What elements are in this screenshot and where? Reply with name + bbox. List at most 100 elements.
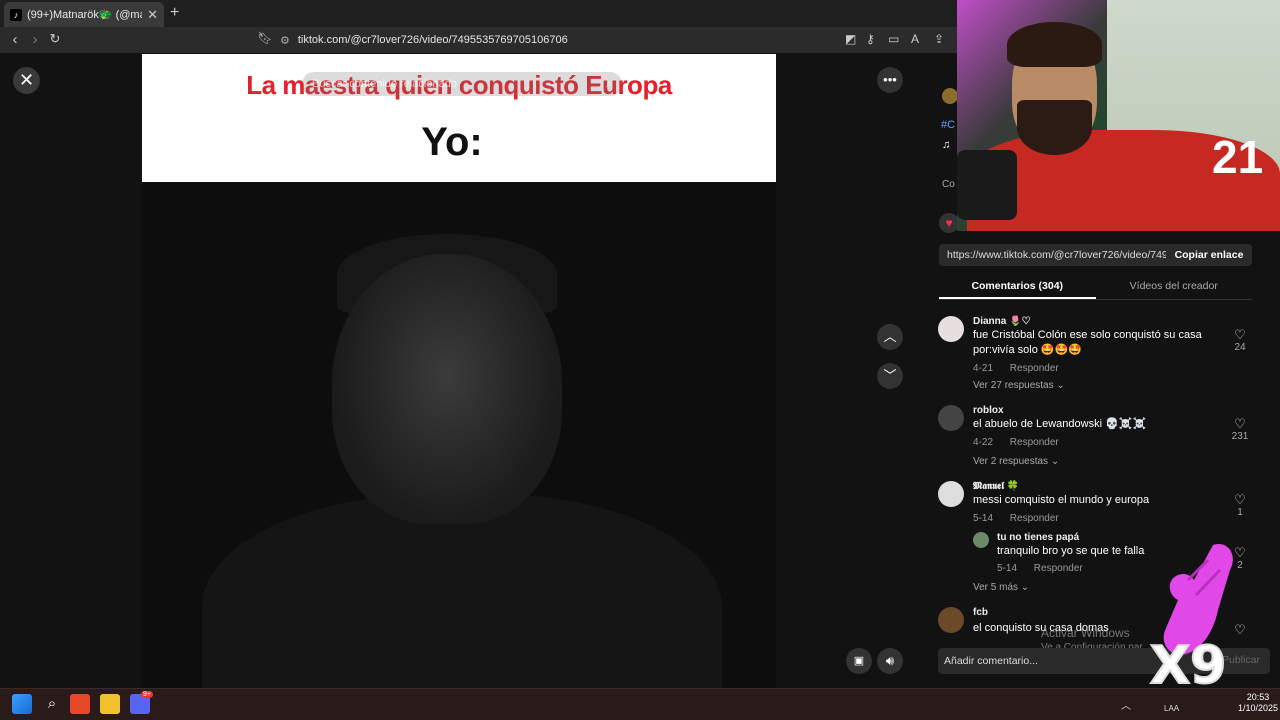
comment-like[interactable]: ♡ 24 (1228, 328, 1252, 354)
avatar[interactable] (938, 481, 964, 507)
search-icon[interactable]: ⌕ (42, 694, 62, 714)
comment-date: 4-21 (973, 363, 994, 374)
reply-button[interactable]: Responder (1034, 563, 1083, 574)
volume-icon[interactable]: 🔊︎ (877, 648, 903, 674)
comment-meta: 5-14 Responder (997, 563, 1097, 574)
view-more-button[interactable]: Ver 5 más ⌄ (973, 582, 1029, 593)
jersey-number: 21 (1212, 131, 1264, 183)
meme-yo-text: Yo: (421, 120, 483, 164)
webcam-streamer-hair (1007, 22, 1102, 67)
heart-outline-icon[interactable]: ♡ (1228, 493, 1252, 507)
view-replies-label: Ver 27 respuestas (973, 380, 1054, 391)
reply-button[interactable]: Responder (1010, 437, 1059, 448)
comment-like[interactable]: ♡ 1 (1228, 493, 1252, 519)
view-replies-button[interactable]: Ver 27 respuestas ⌄ (973, 380, 1065, 391)
copy-link-button[interactable]: Copiar enlace (1166, 249, 1252, 261)
reply-button[interactable]: Responder (1010, 363, 1059, 374)
reader-mode-icon[interactable]: ◩ (845, 32, 856, 46)
avatar[interactable] (938, 607, 964, 633)
comment-date: 4-22 (973, 437, 994, 448)
new-tab-button[interactable]: + (170, 4, 179, 22)
tab-title: (99+)Matnarök🐲 (@matnar (27, 9, 142, 21)
forward-icon[interactable]: › (26, 31, 44, 48)
like-count: 24 (1234, 342, 1246, 353)
webcam-streamer-beard (1017, 100, 1092, 155)
comment-text: el abuelo de Lewandowski 💀☠️☠️ (973, 418, 1147, 430)
avatar[interactable] (938, 316, 964, 342)
share-icon[interactable]: ⇪ (934, 32, 944, 46)
close-tab-icon[interactable]: ✕ (147, 7, 158, 23)
url-field[interactable]: ⚙ tiktok.com/@cr7lover726/video/74955357… (280, 30, 960, 50)
comment-user[interactable]: Dianna 🌷♡ (973, 316, 1031, 327)
related-search-bar[interactable]: Buscar contenido relacionado ⌕ (302, 72, 622, 96)
webcam-overlay: 21 (957, 0, 1280, 231)
panel-tabs: Comentarios (304) Vídeos del creador (939, 276, 1252, 300)
related-search-text: Buscar contenido relacionado (312, 78, 457, 90)
reload-icon[interactable]: ↻ (46, 31, 64, 47)
comment-date: 5-14 (997, 563, 1018, 574)
copy-snippet: Co (942, 179, 955, 190)
more-options-icon[interactable]: ••• (877, 67, 903, 93)
url-text: tiktok.com/@cr7lover726/video/7495535769… (297, 34, 568, 46)
view-more-label: Ver 5 más (973, 582, 1019, 593)
music-icon: ♫ (942, 139, 951, 151)
comment-meta: 4-22 Responder (973, 437, 1073, 448)
windows-taskbar (0, 688, 1280, 720)
like-count: 231 (1231, 431, 1249, 442)
meme-caption-card: La maestra quien conquistó Europa Buscar… (142, 54, 776, 182)
tab-comments[interactable]: Comentarios (304) (939, 276, 1096, 299)
comment-meta: 5-14 Responder (973, 513, 1073, 524)
bookmark-icon[interactable]: 🔖︎ (256, 31, 274, 45)
video-frame-face (332, 254, 562, 524)
heart-outline-icon[interactable]: ♡ (1228, 417, 1252, 431)
clock-time: 20:53 (1246, 692, 1270, 702)
avatar[interactable] (973, 532, 989, 548)
x9-overlay-text: X9 (1149, 636, 1227, 696)
clock-date: 1/10/2025 (1238, 703, 1279, 713)
password-key-icon[interactable]: ⚷ (866, 32, 875, 46)
comment-item: Dianna 🌷♡ fue Cristóbal Colón ese solo c… (938, 316, 1254, 396)
tray-expand-icon[interactable]: ︿ (1121, 697, 1131, 712)
video-player[interactable]: La maestra quien conquistó Europa Buscar… (142, 54, 776, 688)
like-count: 1 (1237, 507, 1243, 518)
comment-date: 5-14 (973, 513, 994, 524)
browser-tab[interactable]: ♪ (99+)Matnarök🐲 (@matnar ✕ (4, 2, 164, 27)
site-info-icon[interactable]: ⚙ (280, 34, 290, 47)
reply-button[interactable]: Responder (1010, 513, 1059, 524)
file-explorer-icon[interactable] (100, 694, 120, 714)
comment-item: 𝕸𝖆𝖓𝖚𝖊𝖑 🍀 messi comquisto el mundo y euro… (938, 481, 1254, 529)
like-count: 2 (1237, 560, 1243, 571)
tab-creator-videos[interactable]: Vídeos del creador (1096, 276, 1253, 299)
translate-icon[interactable]: A (911, 32, 919, 46)
windows-start-icon[interactable] (12, 694, 32, 714)
activate-windows-title: Activar Windows (1041, 626, 1130, 640)
taskbar-clock[interactable]: 20:53 1/10/2025 (1238, 692, 1278, 714)
close-video-button[interactable]: ✕ (13, 67, 40, 94)
discord-badge: 9+ (141, 691, 153, 698)
language-indicator[interactable]: LAA (1164, 704, 1179, 713)
comment-text: messi comquisto el mundo y europa (973, 494, 1150, 506)
comment-item: roblox el abuelo de Lewandowski 💀☠️☠️ 4-… (938, 405, 1254, 469)
comment-user[interactable]: 𝕸𝖆𝖓𝖚𝖊𝖑 🍀 (973, 481, 1019, 492)
comment-user[interactable]: roblox (973, 405, 1004, 416)
search-icon[interactable]: ⌕ (606, 78, 612, 91)
comment-user[interactable]: fcb (973, 607, 988, 618)
comment-user[interactable]: tu no tienes papá (997, 532, 1079, 543)
comment-like[interactable]: ♡ 231 (1228, 417, 1252, 443)
view-replies-button[interactable]: Ver 2 respuestas ⌄ (973, 456, 1059, 467)
heart-outline-icon[interactable]: ♡ (1228, 328, 1252, 342)
next-video-icon[interactable]: ﹀ (877, 363, 903, 389)
previous-video-icon[interactable]: ︿ (877, 324, 903, 350)
share-url[interactable]: https://www.tiktok.com/@cr7lover726/vide… (939, 249, 1166, 261)
comment-text: fue Cristóbal Colón ese solo conquistó s… (973, 329, 1202, 356)
tiktok-icon: ♪ (10, 8, 22, 21)
like-heart-icon[interactable]: ♥ (939, 213, 959, 233)
hashtag-snippet[interactable]: #C (941, 119, 955, 131)
back-icon[interactable]: ‹ (6, 31, 24, 48)
floating-player-icon[interactable]: ▣ (846, 648, 872, 674)
avatar[interactable] (938, 405, 964, 431)
brave-browser-icon[interactable] (70, 694, 90, 714)
cast-icon[interactable]: ▭ (888, 32, 899, 46)
comment-meta: 4-21 Responder (973, 363, 1073, 374)
creator-avatar[interactable] (942, 88, 958, 104)
